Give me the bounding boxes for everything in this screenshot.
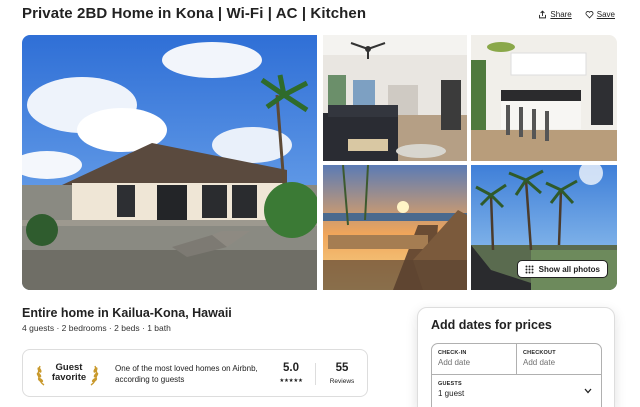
- reviews-label[interactable]: Reviews: [323, 378, 361, 385]
- share-icon: [539, 10, 547, 19]
- photo-living-room[interactable]: [323, 35, 467, 161]
- share-button[interactable]: Share: [538, 10, 572, 19]
- guest-favorite-description: One of the most loved homes on Airbnb, a…: [115, 364, 258, 384]
- checkout-value: Add date: [523, 358, 556, 367]
- photo-kitchen[interactable]: [471, 35, 617, 161]
- rating-stars: ★★★★★: [279, 378, 303, 384]
- save-button[interactable]: Save: [585, 10, 615, 19]
- checkin-label: CHECK-IN: [438, 350, 467, 356]
- show-all-photos-button[interactable]: Show all photos: [516, 260, 608, 278]
- checkout-label: CHECKOUT: [523, 350, 556, 356]
- laurel-left-icon: [36, 365, 45, 386]
- photo-house-exterior[interactable]: [22, 35, 317, 290]
- divider: [315, 363, 316, 385]
- booking-card: Add dates for prices CHECK-IN Add date C…: [417, 307, 615, 407]
- checkin-value: Add date: [438, 358, 471, 367]
- laurel-right-icon: [90, 365, 99, 386]
- checkin-field[interactable]: CHECK-IN Add date: [432, 344, 517, 374]
- guest-favorite-card[interactable]: Guest favorite One of the most loved hom…: [22, 349, 368, 397]
- guests-label: GUESTS: [438, 381, 462, 387]
- show-all-label: Show all photos: [538, 264, 600, 274]
- listing-details: 4 guests · 2 bedrooms · 2 beds · 1 bath: [22, 323, 171, 333]
- photo-gallery: Show all photos: [22, 35, 617, 290]
- rating-value: 5.0: [283, 362, 299, 374]
- header-actions: Share Save: [538, 10, 615, 19]
- booking-title: Add dates for prices: [431, 318, 552, 332]
- save-label: Save: [596, 10, 615, 19]
- guests-select[interactable]: GUESTS 1 guest: [432, 374, 601, 402]
- grid-icon: [525, 265, 534, 273]
- photo-patio-sunset[interactable]: [323, 165, 467, 290]
- listing-location-title: Entire home in Kailua-Kona, Hawaii: [22, 306, 232, 320]
- guest-favorite-badge: Guest favorite: [49, 363, 89, 383]
- chevron-down-icon: [584, 388, 592, 394]
- date-guest-picker: CHECK-IN Add date CHECKOUT Add date GUES…: [431, 343, 602, 407]
- checkout-field[interactable]: CHECKOUT Add date: [517, 344, 602, 374]
- guests-value: 1 guest: [438, 389, 465, 398]
- listing-page-title: Private 2BD Home in Kona | Wi-Fi | AC | …: [22, 5, 367, 22]
- share-label: Share: [550, 10, 572, 19]
- badge-line2: favorite: [51, 372, 87, 383]
- review-count[interactable]: 55: [323, 362, 361, 374]
- heart-icon: [585, 11, 594, 19]
- photo-palm-lounge[interactable]: Show all photos: [471, 165, 617, 290]
